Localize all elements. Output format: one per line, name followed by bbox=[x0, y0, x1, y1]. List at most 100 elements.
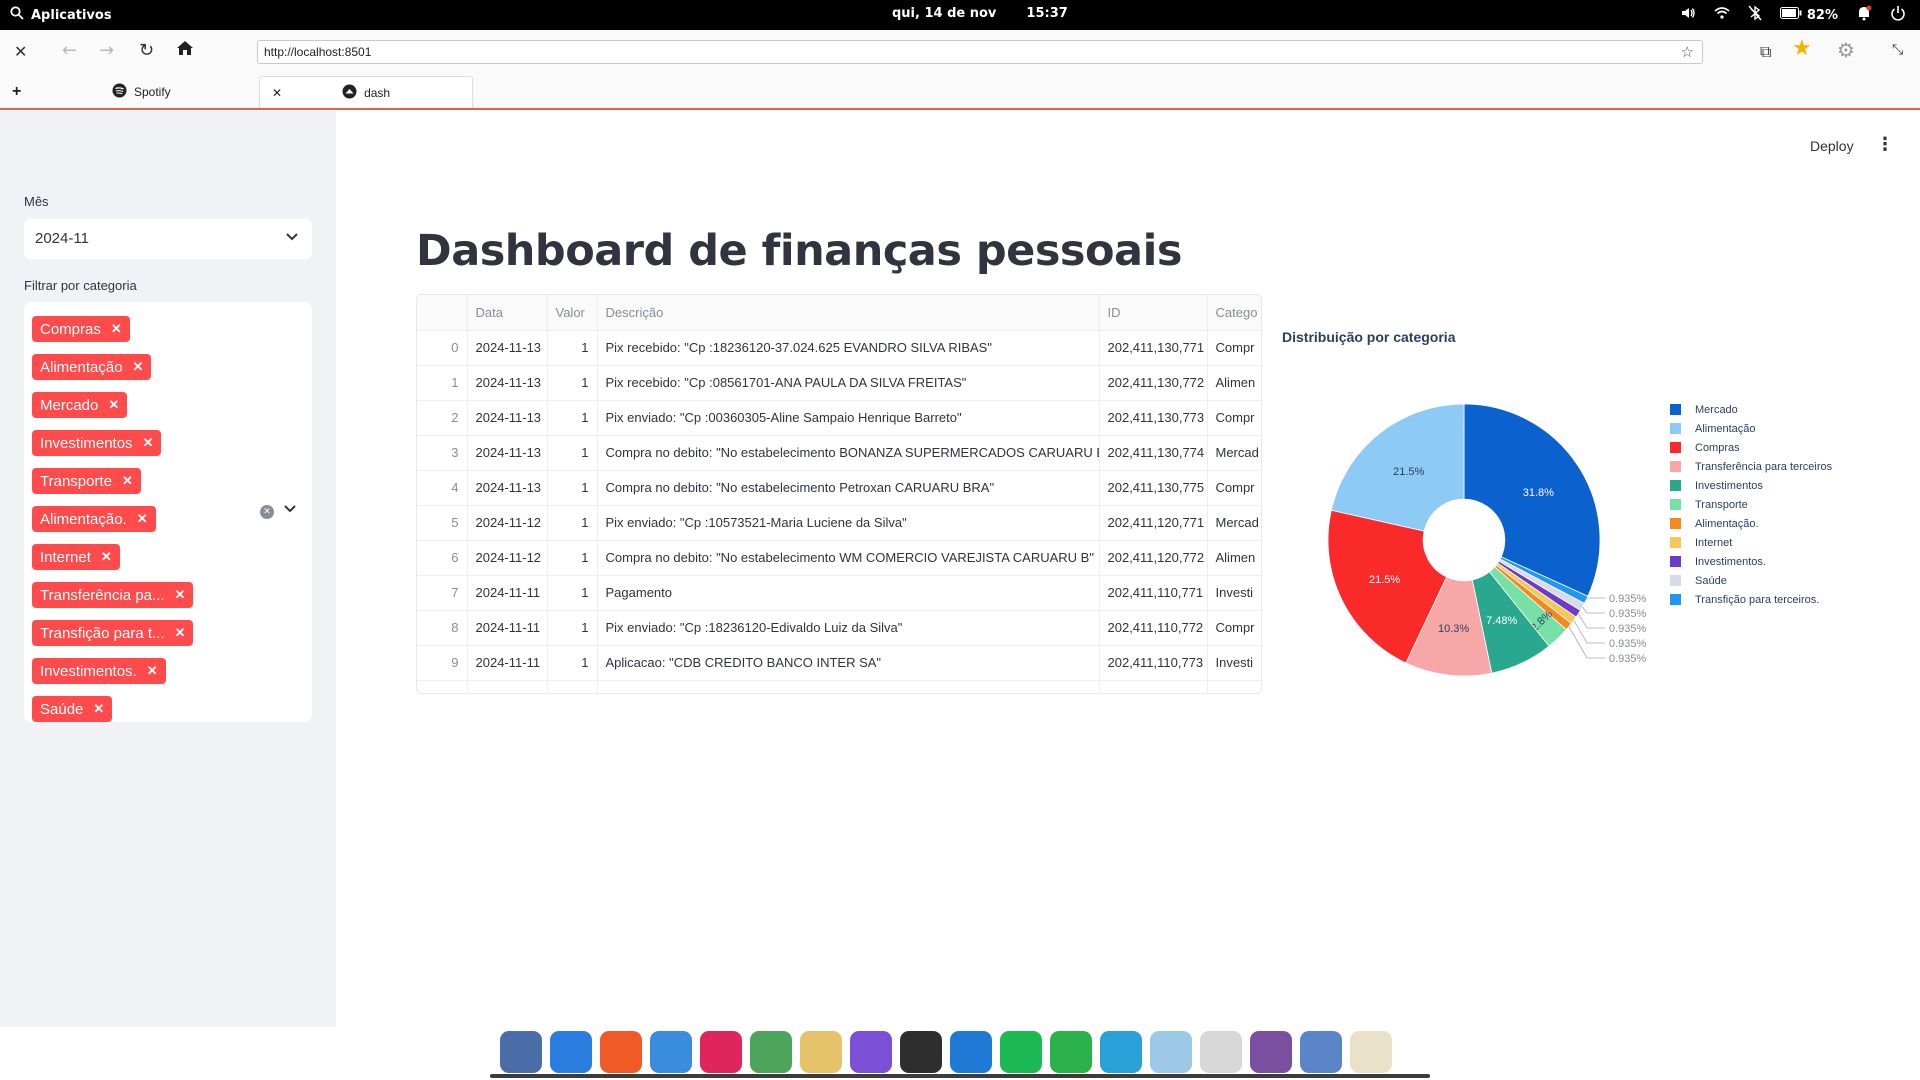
table-cell[interactable]: 1 bbox=[547, 435, 598, 471]
table-row[interactable]: 5 2024-11-12 1 Pix enviado: "Cp :10573521-M… bbox=[417, 505, 1261, 541]
store-icon[interactable] bbox=[1250, 1031, 1292, 1073]
volume-icon[interactable] bbox=[1680, 5, 1696, 25]
table-cell[interactable]: Pagamento bbox=[597, 575, 1100, 611]
file-search-icon[interactable] bbox=[650, 1031, 692, 1073]
category-chip[interactable]: Investimentos ✕ bbox=[32, 430, 162, 456]
table-cell[interactable]: 2 bbox=[417, 400, 468, 436]
table-cell[interactable]: 2024-11-13 bbox=[467, 330, 548, 366]
legend-item[interactable]: Transfição para terceiros. bbox=[1670, 590, 1832, 609]
table-row[interactable]: 4 2024-11-13 1 Compra no debito: "No estabe… bbox=[417, 470, 1261, 506]
notifications-bell-icon[interactable] bbox=[1856, 5, 1872, 25]
table-cell[interactable]: 3 bbox=[417, 435, 468, 471]
minimize-window-icon[interactable]: ⤡ bbox=[1892, 42, 1903, 58]
column-header[interactable]: Data bbox=[467, 295, 548, 331]
table-row[interactable]: 6 2024-11-12 1 Compra no debito: "No estabe… bbox=[417, 540, 1261, 576]
brave-browser-icon[interactable] bbox=[600, 1031, 642, 1073]
column-header[interactable]: Valor bbox=[547, 295, 598, 331]
apps-menu[interactable]: Aplicativos bbox=[10, 6, 112, 24]
legend-item[interactable]: Alimentação bbox=[1670, 419, 1832, 438]
table-cell[interactable]: 202,411,120,771 bbox=[1099, 505, 1208, 541]
category-chip[interactable]: Alimentação ✕ bbox=[32, 354, 152, 380]
category-chip[interactable]: Internet ✕ bbox=[32, 544, 120, 570]
wifi-icon[interactable] bbox=[1714, 5, 1730, 25]
table-cell[interactable]: 202,411,110,773 bbox=[1099, 645, 1208, 681]
legend-item[interactable]: Saúde bbox=[1670, 571, 1832, 590]
table-cell[interactable]: 1 bbox=[547, 365, 598, 401]
kebab-icon[interactable]: ⋮ bbox=[1876, 134, 1894, 155]
table-row[interactable]: 3 2024-11-13 1 Compra no debito: "No estabe… bbox=[417, 435, 1261, 471]
clear-all-icon[interactable]: ✕ bbox=[260, 505, 274, 519]
transactions-dataframe[interactable]: Data Valor Descrição ID Catego 0 2024-11-13 1 P… bbox=[416, 294, 1262, 694]
table-cell[interactable]: 1 bbox=[547, 610, 598, 646]
tab-dash[interactable]: ✕ dash bbox=[259, 76, 473, 108]
table-cell[interactable]: Alimen bbox=[1207, 540, 1261, 576]
table-cell[interactable]: 0 bbox=[417, 330, 468, 366]
table-cell[interactable]: Pix recebido: "Cp :08561701-ANA PAULA DA… bbox=[597, 365, 1100, 401]
browser-globe-icon[interactable] bbox=[550, 1031, 592, 1073]
category-chip[interactable]: Investimentos. ✕ bbox=[32, 658, 166, 684]
legend-item[interactable]: Internet bbox=[1670, 533, 1832, 552]
table-cell[interactable]: 4 bbox=[417, 470, 468, 506]
llama-icon[interactable] bbox=[1150, 1031, 1192, 1073]
remove-chip-icon[interactable]: ✕ bbox=[143, 435, 154, 451]
legend-item[interactable]: Transporte bbox=[1670, 495, 1832, 514]
table-cell[interactable]: 2024-11-12 bbox=[467, 540, 548, 576]
table-cell[interactable]: 202,411,130,774 bbox=[1099, 435, 1208, 471]
column-header[interactable]: Descrição bbox=[597, 295, 1100, 331]
category-chip[interactable]: Saúde ✕ bbox=[32, 696, 113, 722]
green-app-icon[interactable] bbox=[1050, 1031, 1092, 1073]
table-row[interactable]: 2 2024-11-13 1 Pix enviado: "Cp :00360305-A… bbox=[417, 400, 1261, 436]
table-cell[interactable]: Pix enviado: "Cp :18236120-Edivaldo Luiz… bbox=[597, 610, 1100, 646]
remove-chip-icon[interactable]: ✕ bbox=[108, 397, 119, 413]
system-monitor-icon[interactable] bbox=[750, 1031, 792, 1073]
clock[interactable]: qui, 14 de nov 15:37 bbox=[892, 6, 1068, 21]
legend-item[interactable]: Investimentos. bbox=[1670, 552, 1832, 571]
table-row[interactable]: 7 2024-11-11 1 Pagamento 202,411,110,771 Inve… bbox=[417, 575, 1261, 611]
url-bar[interactable]: http://localhost:8501 ☆ bbox=[257, 40, 1703, 64]
table-cell[interactable]: Compr bbox=[1207, 330, 1261, 366]
table-cell[interactable]: 8 bbox=[417, 610, 468, 646]
table-cell[interactable]: 2024-11-11 bbox=[467, 645, 548, 681]
table-cell[interactable]: 6 bbox=[417, 540, 468, 576]
json-editor-icon[interactable] bbox=[1350, 1031, 1392, 1073]
column-header[interactable]: ID bbox=[1099, 295, 1208, 331]
table-cell[interactable]: Pix enviado: "Cp :10573521-Maria Luciene… bbox=[597, 505, 1100, 541]
category-chip[interactable]: Transfição para t... ✕ bbox=[32, 620, 194, 646]
table-cell[interactable]: Pix enviado: "Cp :00360305-Aline Sampaio… bbox=[597, 400, 1100, 436]
table-cell[interactable]: 1 bbox=[547, 645, 598, 681]
copy-icon[interactable]: ⧉ bbox=[1760, 42, 1771, 62]
bluetooth-off-icon[interactable] bbox=[1748, 5, 1762, 25]
remove-chip-icon[interactable]: ✕ bbox=[111, 321, 122, 337]
table-cell[interactable]: 1 bbox=[547, 330, 598, 366]
table-cell[interactable]: Alimen bbox=[1207, 365, 1261, 401]
remove-chip-icon[interactable]: ✕ bbox=[133, 359, 144, 375]
remove-chip-icon[interactable]: ✕ bbox=[93, 701, 104, 717]
table-row[interactable]: 9 2024-11-11 1 Aplicacao: "CDB CREDITO BANC… bbox=[417, 645, 1261, 681]
table-cell[interactable]: Compra no debito: "No estabelecimento Pe… bbox=[597, 470, 1100, 506]
remove-chip-icon[interactable]: ✕ bbox=[122, 473, 133, 489]
table-cell[interactable]: Compr bbox=[1207, 400, 1261, 436]
tasks-check-icon[interactable] bbox=[700, 1031, 742, 1073]
forward-arrow-icon[interactable]: → bbox=[99, 40, 114, 61]
mail-icon[interactable] bbox=[800, 1031, 842, 1073]
vscode-icon[interactable] bbox=[950, 1031, 992, 1073]
legend-item[interactable]: Alimentação. bbox=[1670, 514, 1832, 533]
table-cell[interactable]: 5 bbox=[417, 505, 468, 541]
legend-item[interactable]: Mercado bbox=[1670, 400, 1832, 419]
table-cell[interactable]: 1 bbox=[547, 505, 598, 541]
table-cell[interactable]: Investi bbox=[1207, 645, 1261, 681]
table-cell[interactable]: 9 bbox=[417, 645, 468, 681]
table-row[interactable]: 1 2024-11-13 1 Pix recebido: "Cp :08561701-… bbox=[417, 365, 1261, 401]
category-chip[interactable]: Transferência pa... ✕ bbox=[32, 582, 194, 608]
table-cell[interactable]: 202,411,110,771 bbox=[1099, 575, 1208, 611]
back-arrow-icon[interactable]: ← bbox=[62, 40, 77, 61]
table-cell[interactable]: Compra no debito: "No estabelecimento WM… bbox=[597, 540, 1100, 576]
legend-item[interactable]: Transferência para terceiros bbox=[1670, 457, 1832, 476]
close-tab-icon[interactable]: ✕ bbox=[272, 86, 282, 100]
table-cell[interactable]: Aplicacao: "CDB CREDITO BANCO INTER SA" bbox=[597, 645, 1100, 681]
workspace-icon[interactable] bbox=[500, 1031, 542, 1073]
table-row[interactable]: 8 2024-11-11 1 Pix enviado: "Cp :18236120-E… bbox=[417, 610, 1261, 646]
chevron-down-icon[interactable] bbox=[284, 502, 296, 517]
terminal-icon[interactable] bbox=[900, 1031, 942, 1073]
spotify-icon[interactable] bbox=[1000, 1031, 1042, 1073]
